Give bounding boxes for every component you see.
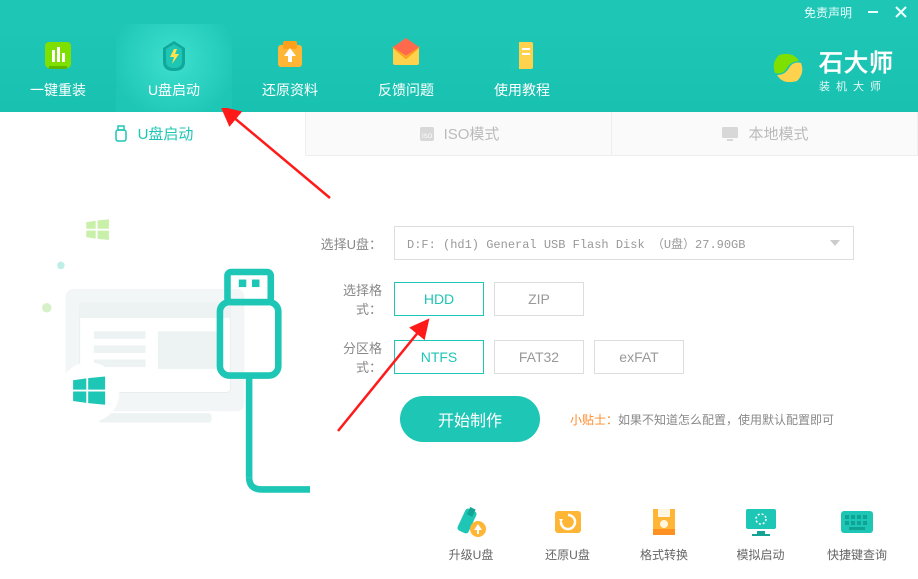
format-convert-icon	[646, 504, 682, 540]
brand: 石大师 装机大师	[743, 24, 918, 112]
brand-subtitle: 装机大师	[819, 78, 894, 94]
tip-lead: 小贴士：	[570, 413, 618, 427]
bottom-actions: 升级U盘 还原U盘 格式转换 模拟启动	[430, 504, 898, 563]
start-button[interactable]: 开始制作	[400, 396, 540, 442]
svg-text:ISO: ISO	[422, 134, 433, 140]
nav-label: 一键重装	[30, 80, 86, 100]
chevron-down-icon	[829, 237, 841, 249]
action-upgrade-usb[interactable]: 升级U盘	[430, 504, 512, 563]
iso-icon: ISO	[418, 125, 436, 143]
upgrade-usb-icon	[453, 504, 489, 540]
action-format-convert[interactable]: 格式转换	[623, 504, 705, 563]
usb-select-value: D:F: (hd1) General USB Flash Disk （U盘）27…	[407, 235, 745, 252]
action-restore-usb[interactable]: 还原U盘	[527, 504, 609, 563]
partition-opt-exfat[interactable]: exFAT	[594, 340, 684, 374]
nav-restore[interactable]: 还原资料	[232, 24, 348, 112]
brand-title: 石大师	[819, 43, 894, 78]
nav-label: 反馈问题	[378, 80, 434, 100]
nav-label: 使用教程	[494, 80, 550, 100]
mode-tabs: U盘启动 ISO ISO模式 本地模式	[0, 112, 918, 156]
local-icon	[720, 125, 740, 143]
disclaimer-link[interactable]: 免责声明	[804, 4, 852, 21]
tab-label: U盘启动	[138, 123, 194, 144]
tab-usb-boot[interactable]: U盘启动	[0, 112, 306, 156]
format-opt-hdd[interactable]: HDD	[394, 282, 484, 316]
action-label: 还原U盘	[545, 546, 590, 563]
action-label: 格式转换	[640, 546, 688, 563]
tab-local-mode[interactable]: 本地模式	[612, 112, 918, 156]
nav-feedback[interactable]: 反馈问题	[348, 24, 464, 112]
hotkey-icon	[839, 504, 875, 540]
select-usb-label: 选择U盘：	[318, 234, 382, 253]
tab-label: ISO模式	[444, 123, 500, 144]
partition-opt-ntfs[interactable]: NTFS	[394, 340, 484, 374]
nav-label: 还原资料	[262, 80, 318, 100]
nav-tutorial[interactable]: 使用教程	[464, 24, 580, 112]
tab-label: 本地模式	[748, 123, 808, 144]
feedback-icon	[387, 36, 425, 74]
partition-label: 分区格式：	[318, 338, 382, 376]
format-opt-zip[interactable]: ZIP	[494, 282, 584, 316]
usb-boot-icon	[155, 36, 193, 74]
nav-label: U盘启动	[148, 80, 200, 100]
action-hotkey-query[interactable]: 快捷键查询	[816, 504, 898, 563]
action-label: 模拟启动	[736, 546, 784, 563]
tip-text: 小贴士：如果不知道怎么配置，使用默认配置即可	[570, 411, 834, 428]
simulate-boot-icon	[743, 504, 779, 540]
usb-icon	[112, 125, 130, 143]
action-label: 快捷键查询	[827, 546, 887, 563]
nav-reinstall[interactable]: 一键重装	[0, 24, 116, 112]
close-button[interactable]	[894, 5, 908, 19]
restore-icon	[271, 36, 309, 74]
main-nav: 一键重装 U盘启动 还原资料 反馈问题 使用教程	[0, 24, 918, 112]
title-bar: 免责声明	[0, 0, 918, 24]
action-simulate-boot[interactable]: 模拟启动	[720, 504, 802, 563]
config-form: 选择U盘： D:F: (hd1) General USB Flash Disk …	[318, 226, 878, 462]
nav-usb-boot[interactable]: U盘启动	[116, 24, 232, 112]
partition-opt-fat32[interactable]: FAT32	[494, 340, 584, 374]
format-label: 选择格式：	[318, 280, 382, 318]
action-label: 升级U盘	[449, 546, 494, 563]
brand-icon	[767, 47, 809, 89]
content-area: 选择U盘： D:F: (hd1) General USB Flash Disk …	[0, 156, 918, 579]
tutorial-icon	[503, 36, 541, 74]
restore-usb-icon	[550, 504, 586, 540]
usb-select[interactable]: D:F: (hd1) General USB Flash Disk （U盘）27…	[394, 226, 854, 260]
app-window: { "topbar": { "disclaimer": "免责声明" }, "n…	[0, 0, 918, 579]
usb-illustration	[0, 176, 310, 496]
tab-iso-mode[interactable]: ISO ISO模式	[306, 112, 612, 156]
reinstall-icon	[39, 36, 77, 74]
minimize-button[interactable]	[866, 5, 880, 19]
